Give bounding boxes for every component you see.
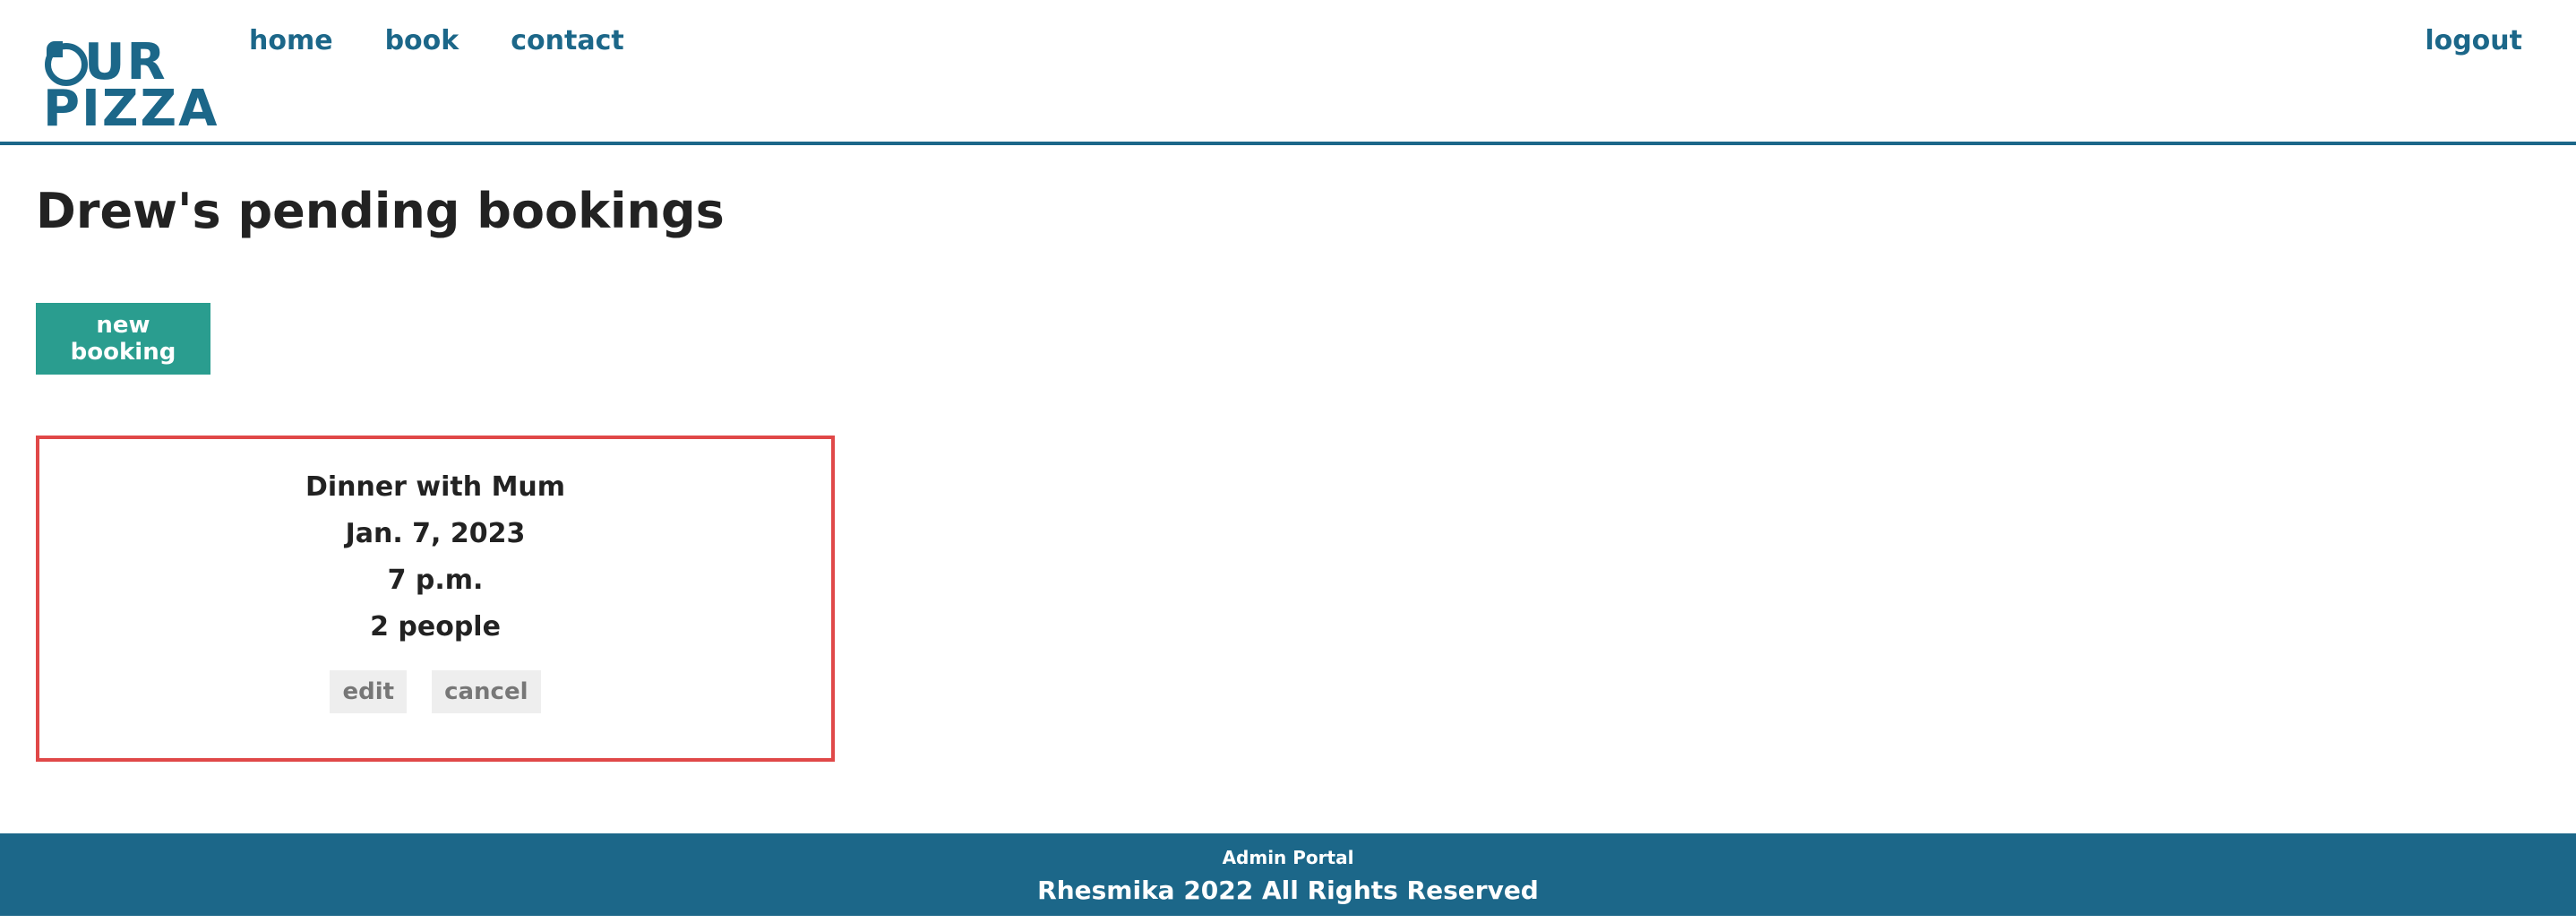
site-header: UR PIZZA home book contact logout [0,0,2576,145]
our-pizza-logo[interactable]: UR PIZZA [43,36,217,134]
nav-book-link[interactable]: book [385,25,459,56]
cancel-booking-button[interactable]: cancel [432,670,541,713]
edit-booking-button[interactable]: edit [330,670,408,713]
new-booking-button[interactable]: new booking [36,303,210,375]
main-nav: home book contact [249,25,624,56]
booking-name: Dinner with Mum [305,471,566,503]
logout-link[interactable]: logout [2425,25,2522,56]
page-title: Drew's pending bookings [36,183,725,239]
booking-people: 2 people [370,611,501,643]
booking-actions: edit cancel [39,670,831,713]
footer-portal-text: Admin Portal [1222,847,1354,868]
booking-date: Jan. 7, 2023 [345,518,526,549]
booking-card: Dinner with Mum Jan. 7, 2023 7 p.m. 2 pe… [36,436,835,762]
logo-line-2: PIZZA [43,80,219,138]
nav-home-link[interactable]: home [249,25,333,56]
site-footer: Admin Portal Rhesmika 2022 All Rights Re… [0,833,2576,916]
footer-copyright: Rhesmika 2022 All Rights Reserved [1037,876,1539,905]
logo-notch-icon [47,41,63,57]
nav-contact-link[interactable]: contact [511,25,623,56]
booking-time: 7 p.m. [387,565,484,596]
